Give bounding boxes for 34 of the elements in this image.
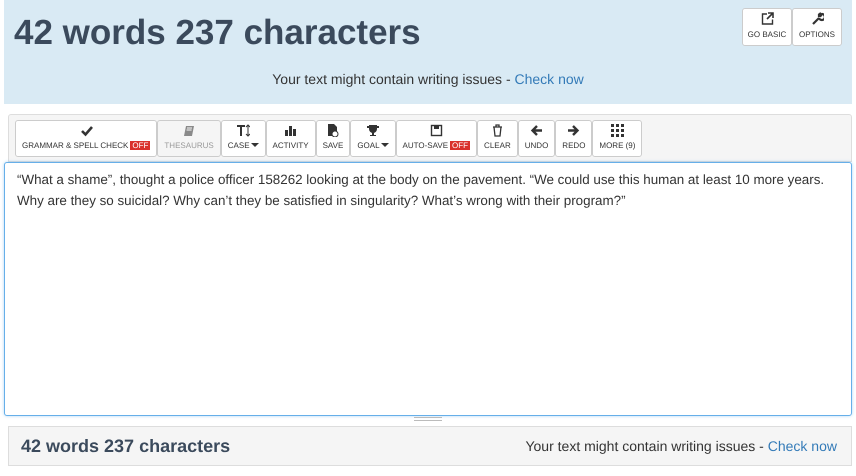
arrow-right-icon <box>567 124 580 137</box>
toolbar-button[interactable]: OPTIONS <box>792 8 842 46</box>
resize-handle-icon[interactable] <box>414 416 442 422</box>
word-count-title: 42 words 237 characters <box>14 14 421 52</box>
wrench-icon <box>810 12 824 25</box>
toolbar-button[interactable]: ACTIVITY <box>266 120 316 157</box>
toolbar-button[interactable]: AUTO-SAVE OFF <box>396 120 478 157</box>
toolbar-button[interactable]: CLEAR <box>477 120 518 157</box>
grid-icon <box>610 124 624 137</box>
trash-icon <box>490 124 504 137</box>
word-count: 42 words 237 characters <box>21 434 230 458</box>
toolbar-button[interactable]: GO BASIC <box>742 8 792 46</box>
book-icon <box>182 124 196 137</box>
off-badge: OFF <box>450 141 470 150</box>
editor-field[interactable]: “What a shame”, thought a police officer 158262 looking at the body on the pavement. “We could use this human at least 10 more years. Why are they so suicidal? Why can’t they be satisfied in singularity? What’s wrong with their program?” <box>4 162 852 416</box>
external-link-icon <box>760 12 774 25</box>
bar-chart-icon <box>284 124 298 137</box>
text-size-icon <box>236 124 250 137</box>
toolbar-button[interactable]: UNDO <box>518 120 556 157</box>
arrow-left-icon <box>530 124 544 137</box>
toolbar-button[interactable]: CASE <box>220 120 266 157</box>
notice-text: Your text might contain writing issues - Check now <box>272 70 584 86</box>
toolbar-button[interactable]: SAVE <box>316 120 350 157</box>
file-icon <box>326 124 340 137</box>
notice-text: Your text might contain writing issues - Check now <box>525 436 837 456</box>
check-now-link[interactable]: Check now <box>514 70 584 86</box>
toolbar-button[interactable]: MORE (9) <box>592 120 642 157</box>
toolbar-button[interactable]: GRAMMAR & SPELL CHECK OFF <box>15 120 158 157</box>
check-now-link[interactable]: Check now <box>768 438 837 454</box>
toolbar-button[interactable]: REDO <box>555 120 592 157</box>
check-icon <box>80 124 93 137</box>
off-badge: OFF <box>130 141 150 150</box>
trophy-icon <box>366 124 380 137</box>
toolbar-button[interactable]: GOAL <box>350 120 396 157</box>
